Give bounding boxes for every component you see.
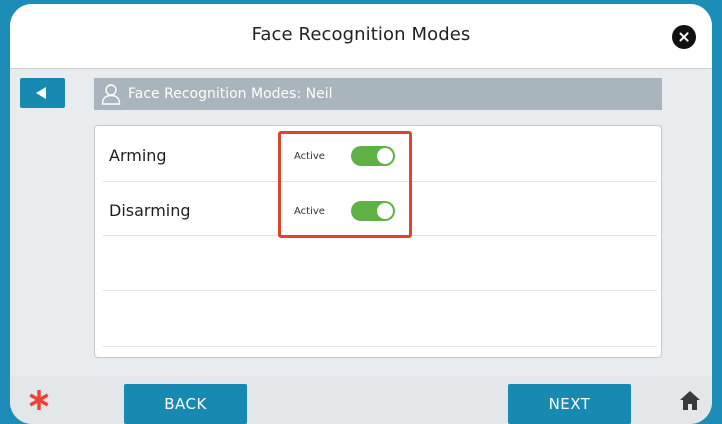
- app-window: Face Recognition Modes Face Recognition …: [10, 4, 712, 424]
- back-arrow-icon: [36, 87, 46, 99]
- mode-row-arming: Arming Active: [103, 126, 657, 182]
- header-bar: Face Recognition Modes: [10, 4, 712, 69]
- mode-label: Disarming: [109, 201, 191, 220]
- mode-label: Arming: [109, 146, 167, 165]
- profile-label: Face Recognition Modes: Neil: [128, 86, 333, 102]
- page-title: Face Recognition Modes: [251, 24, 471, 45]
- arming-toggle[interactable]: [351, 146, 395, 166]
- mode-row-disarming: Disarming Active: [103, 182, 657, 236]
- footer-bar: BACK NEXT: [10, 376, 712, 424]
- close-icon[interactable]: [672, 25, 696, 49]
- status-text: Active: [294, 206, 325, 217]
- modes-list: Arming Active Disarming Active: [94, 125, 662, 358]
- asterisk-icon[interactable]: [28, 389, 50, 411]
- home-icon[interactable]: [679, 389, 701, 411]
- empty-row: [103, 236, 657, 291]
- profile-bar: Face Recognition Modes: Neil: [94, 78, 662, 110]
- disarming-toggle[interactable]: [351, 201, 395, 221]
- status-text: Active: [294, 151, 325, 162]
- toggle-knob: [377, 203, 393, 219]
- toggle-knob: [377, 148, 393, 164]
- back-button[interactable]: BACK: [124, 384, 247, 424]
- user-icon: [101, 84, 121, 105]
- empty-row: [103, 291, 657, 347]
- back-arrow-button[interactable]: [20, 78, 65, 108]
- next-button[interactable]: NEXT: [508, 384, 631, 424]
